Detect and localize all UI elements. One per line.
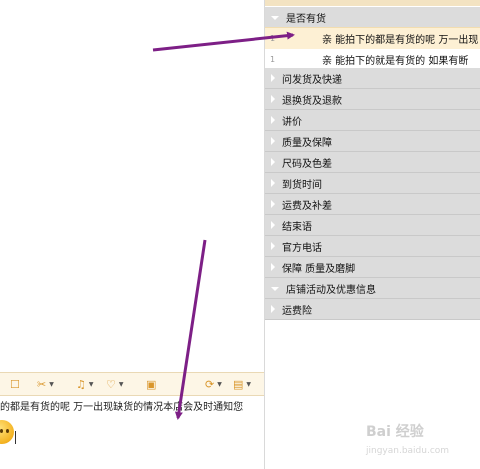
- scissors-icon[interactable]: ✂ ▼: [37, 375, 54, 393]
- collapsed-caret-icon: [271, 158, 275, 166]
- group-closing[interactable]: 结束语: [265, 215, 480, 236]
- group-bargain[interactable]: 讲价: [265, 110, 480, 131]
- group-phone[interactable]: 官方电话: [265, 236, 480, 257]
- chat-input-text[interactable]: 的都是有货的呢 万一出现缺货的情况本店会及时通知您: [0, 398, 264, 413]
- text-cursor: [15, 431, 16, 444]
- collapsed-caret-icon: [271, 305, 275, 313]
- checkbox-icon[interactable]: ☐: [10, 375, 20, 393]
- phrase-item[interactable]: 1 亲 能拍下的都是有货的呢 万一出现: [265, 27, 480, 50]
- doc-icon[interactable]: ▤ ▼: [233, 375, 251, 393]
- group-stock[interactable]: 是否有货: [265, 7, 480, 28]
- collapsed-caret-icon: [271, 116, 275, 124]
- watermark-logo: Bai 经验: [366, 424, 424, 440]
- watermark-url: jingyan.baidu.com: [366, 446, 450, 456]
- smiley-emoji-icon: [0, 420, 14, 444]
- collapsed-caret-icon: [271, 242, 275, 250]
- collapsed-caret-icon: [271, 179, 275, 187]
- collapsed-caret-icon: [271, 137, 275, 145]
- group-size[interactable]: 尺码及色差: [265, 152, 480, 173]
- bell-icon[interactable]: ♫ ▼: [76, 375, 94, 393]
- group-promotion[interactable]: 店铺活动及优惠信息: [265, 278, 480, 299]
- save-icon[interactable]: ▣: [146, 375, 156, 393]
- group-freight[interactable]: 运费及补差: [265, 194, 480, 215]
- group-returns[interactable]: 退换货及退款: [265, 89, 480, 110]
- collapsed-caret-icon: [271, 200, 275, 208]
- collapsed-caret-icon: [271, 95, 275, 103]
- group-arrival[interactable]: 到货时间: [265, 173, 480, 194]
- chat-icon[interactable]: ⟳ ▼: [205, 375, 222, 393]
- collapsed-caret-icon: [271, 263, 275, 271]
- collapsed-caret-icon: [271, 221, 275, 229]
- group-guarantee[interactable]: 保障 质量及磨脚: [265, 257, 480, 278]
- chat-toolbar: ☐ ✂ ▼ ♫ ▼ ♡ ▼ ▣ ⟳ ▼ ▤ ▼: [0, 372, 264, 396]
- quick-phrase-panel: 是否有货 1 亲 能拍下的都是有货的呢 万一出现 1 亲 能拍下的就是有货的 如…: [265, 0, 480, 469]
- group-shipping[interactable]: 问发货及快递: [265, 68, 480, 89]
- panel-top-strip: [265, 0, 480, 6]
- group-quality[interactable]: 质量及保障: [265, 131, 480, 152]
- group-insurance[interactable]: 运费险: [265, 299, 480, 320]
- expanded-caret-icon: [271, 287, 279, 291]
- chat-panel: ☐ ✂ ▼ ♫ ▼ ♡ ▼ ▣ ⟳ ▼ ▤ ▼ 的都是有货的呢 万一出现缺货的情况本店会及…: [0, 0, 264, 469]
- expanded-caret-icon: [271, 16, 279, 20]
- collapsed-caret-icon: [271, 74, 275, 82]
- heart-icon[interactable]: ♡ ▼: [106, 375, 124, 393]
